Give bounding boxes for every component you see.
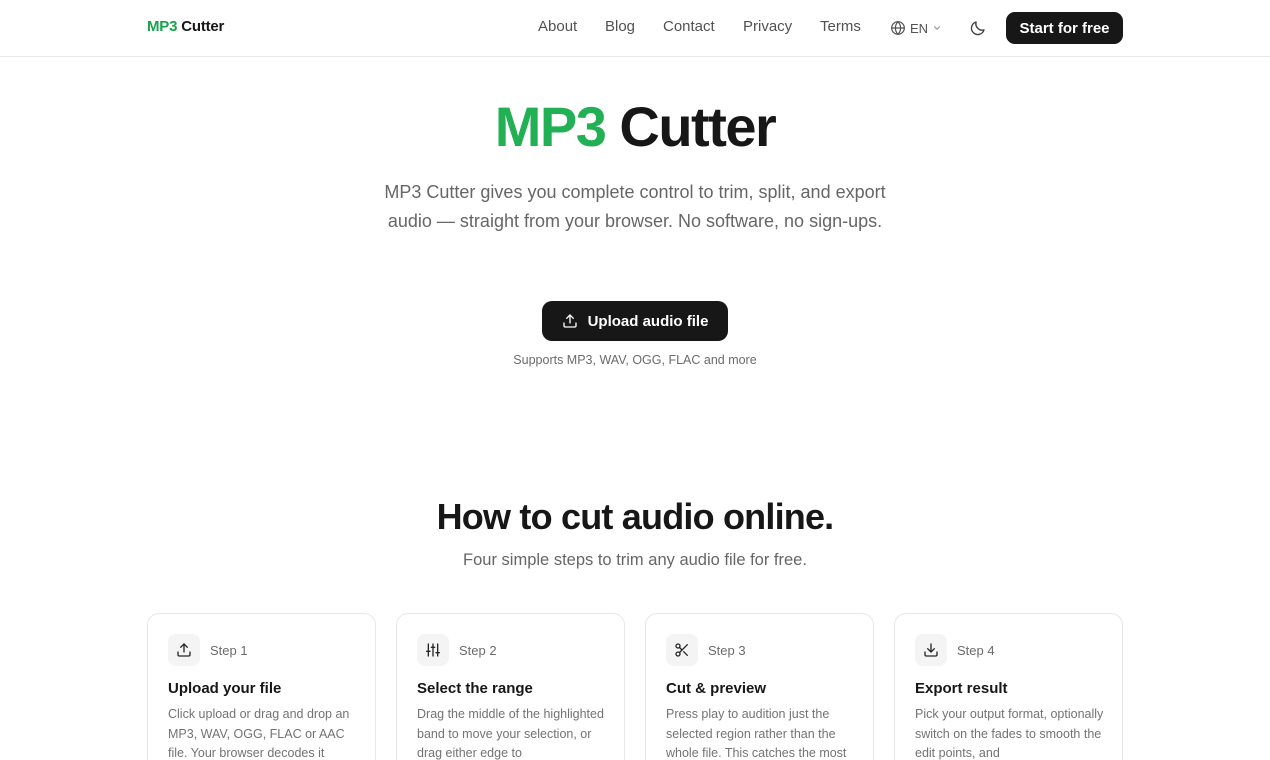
nav-contact-link[interactable]: Contact [663,18,715,35]
step-2-icon-box [417,634,449,666]
language-selector[interactable]: EN [890,19,942,37]
step-card-1: Step 1 Upload your file Click upload or … [147,613,376,760]
language-label: EN [910,20,929,36]
step-4-icon-box [915,634,947,666]
step-3-icon-box [666,634,698,666]
sliders-icon [426,643,440,657]
step-card-4: Step 4 Export result Pick your output fo… [894,613,1123,760]
logo-accent: MP3 [147,18,178,35]
how-to-subtitle: Four simple steps to trim any audio file… [463,551,807,569]
step-description: Drag the middle of the highlighted band … [417,707,604,760]
step-description: Press play to audition just the selected… [666,707,847,760]
step-number: Step 4 [957,643,995,658]
theme-toggle-button[interactable] [969,19,987,37]
step-title: Upload your file [168,680,282,697]
hero-subtitle: MP3 Cutter gives you complete control to… [384,182,886,231]
upload-audio-label: Upload audio file [587,312,709,330]
step-number: Step 1 [210,643,248,658]
site-header: MP3 Cutter About Blog Contact Privacy Te… [0,0,1270,57]
step-title: Select the range [417,680,533,697]
upload-audio-button[interactable]: Upload audio file [542,301,728,341]
step-title: Cut & preview [666,680,767,697]
scissors-icon [675,643,688,657]
logo[interactable]: MP3 Cutter [147,18,224,35]
hero-title: MP3 Cutter [0,94,1270,160]
step-1-icon-box [168,634,200,666]
nav-privacy-link[interactable]: Privacy [743,18,792,35]
step-card-2: Step 2 Select the range Drag the middle … [396,613,625,760]
step-title: Export result [915,680,1008,697]
step-description: Pick your output format, optionally swit… [915,707,1104,760]
chevron-down-icon [934,26,941,30]
hero-title-rest: Cutter [619,95,776,158]
globe-icon [891,21,905,35]
moon-icon [970,21,985,36]
step-description: Click upload or drag and drop an MP3, WA… [168,707,350,760]
how-to-title: How to cut audio online. [436,496,835,537]
start-for-free-button[interactable]: Start for free [1006,12,1123,44]
nav-about-link[interactable]: About [538,18,577,35]
nav-terms-link[interactable]: Terms [820,18,861,35]
upload-icon [562,314,577,328]
download-icon [924,643,938,657]
step-number: Step 2 [459,643,497,658]
upload-icon [177,643,191,657]
nav-blog-link[interactable]: Blog [605,18,635,35]
supported-formats-note: Supports MP3, WAV, OGG, FLAC and more [513,353,757,367]
hero-title-accent: MP3 [494,95,607,158]
step-number: Step 3 [708,643,746,658]
logo-rest: Cutter [181,18,225,35]
step-card-3: Step 3 Cut & preview Press play to audit… [645,613,874,760]
